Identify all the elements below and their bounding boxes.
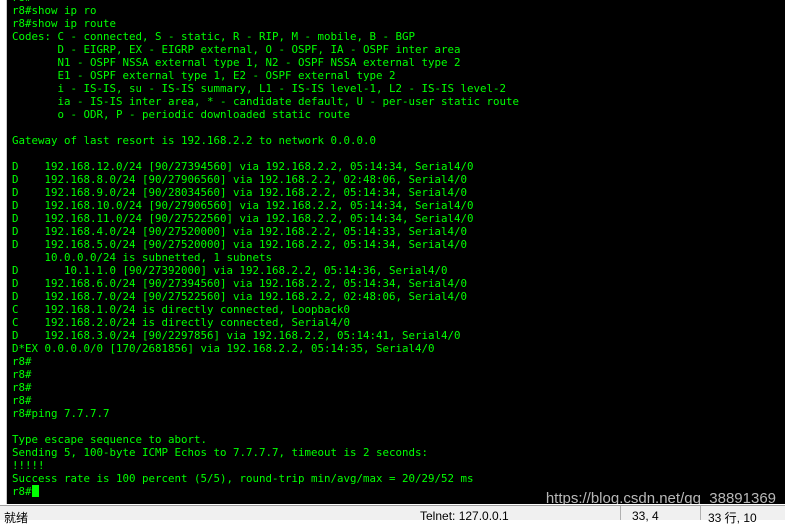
terminal-line: D - EIGRP, EX - EIGRP external, O - OSPF… — [12, 43, 461, 56]
divider — [620, 506, 621, 520]
watermark: https://blog.csdn.net/qq_38891369 — [545, 490, 776, 504]
terminal-line: D 10.1.1.0 [90/27392000] via 192.168.2.2… — [12, 264, 448, 277]
terminal-line: D 192.168.5.0/24 [90/27520000] via 192.1… — [12, 238, 468, 251]
terminal-line: Gateway of last resort is 192.168.2.2 to… — [12, 134, 377, 147]
terminal-output: r8# r8#show ip ror8#show ip routeCodes: C… — [12, 0, 519, 498]
terminal-line: r8# — [12, 368, 32, 381]
terminal-line: D 192.168.4.0/24 [90/27520000] via 192.1… — [12, 225, 468, 238]
terminal-line: D 192.168.3.0/24 [90/2297856] via 192.16… — [12, 329, 461, 342]
terminal-line: E1 - OSPF external type 1, E2 - OSPF ext… — [12, 69, 396, 82]
terminal-line: Codes: C - connected, S - static, R - RI… — [12, 30, 416, 43]
status-state: 就绪 — [4, 511, 29, 525]
status-connection: Telnet: 127.0.0.1 — [420, 509, 509, 523]
terminal-line: 10.0.0.0/24 is subnetted, 1 subnets — [12, 251, 273, 264]
terminal-line: D 192.168.9.0/24 [90/28034560] via 192.1… — [12, 186, 468, 199]
terminal-window[interactable]: r8# r8#show ip ror8#show ip routeCodes: C… — [6, 0, 785, 504]
terminal-line: r8#show ip ro — [12, 4, 97, 17]
status-cursor-position: 33, 4 — [632, 509, 659, 523]
terminal-line: D 192.168.11.0/24 [90/27522560] via 192.… — [12, 212, 474, 225]
terminal-line: Success rate is 100 percent (5/5), round… — [12, 472, 474, 485]
terminal-line: i - IS-IS, su - IS-IS summary, L1 - IS-I… — [12, 82, 507, 95]
terminal-line: D 192.168.7.0/24 [90/27522560] via 192.1… — [12, 290, 468, 303]
terminal-line: D*EX 0.0.0.0/0 [170/2681856] via 192.168… — [12, 342, 435, 355]
terminal-line: C 192.168.1.0/24 is directly connected, … — [12, 303, 351, 316]
terminal-line: o - ODR, P - periodic downloaded static … — [12, 108, 351, 121]
status-size: 33 行, 10 — [708, 511, 757, 525]
terminal-line: ia - IS-IS inter area, * - candidate def… — [12, 95, 520, 108]
terminal-line: r8# — [12, 355, 32, 368]
prompt: r8# — [12, 485, 32, 498]
terminal-line: D 192.168.6.0/24 [90/27394560] via 192.1… — [12, 277, 468, 290]
divider — [700, 506, 701, 520]
terminal-line: !!!!! — [12, 459, 45, 472]
terminal-line: Sending 5, 100-byte ICMP Echos to 7.7.7.… — [12, 446, 429, 459]
terminal-line: r8#ping 7.7.7.7 — [12, 407, 110, 420]
terminal-line: D 192.168.8.0/24 [90/27906560] via 192.1… — [12, 173, 468, 186]
terminal-line: D 192.168.12.0/24 [90/27394560] via 192.… — [12, 160, 474, 173]
terminal-line: Type escape sequence to abort. — [12, 433, 208, 446]
terminal-line: r8#show ip route — [12, 17, 117, 30]
cursor-icon — [31, 485, 39, 497]
terminal-line: r8# — [12, 381, 32, 394]
status-bar: 就绪 Telnet: 127.0.0.1 33, 4 33 行, 10 — [0, 505, 785, 525]
terminal-line: C 192.168.2.0/24 is directly connected, … — [12, 316, 351, 329]
terminal-prompt-line[interactable]: r8# — [12, 485, 519, 498]
terminal-line: D 192.168.10.0/24 [90/27906560] via 192.… — [12, 199, 474, 212]
terminal-line: N1 - OSPF NSSA external type 1, N2 - OSP… — [12, 56, 461, 69]
terminal-line: r8# — [12, 394, 32, 407]
